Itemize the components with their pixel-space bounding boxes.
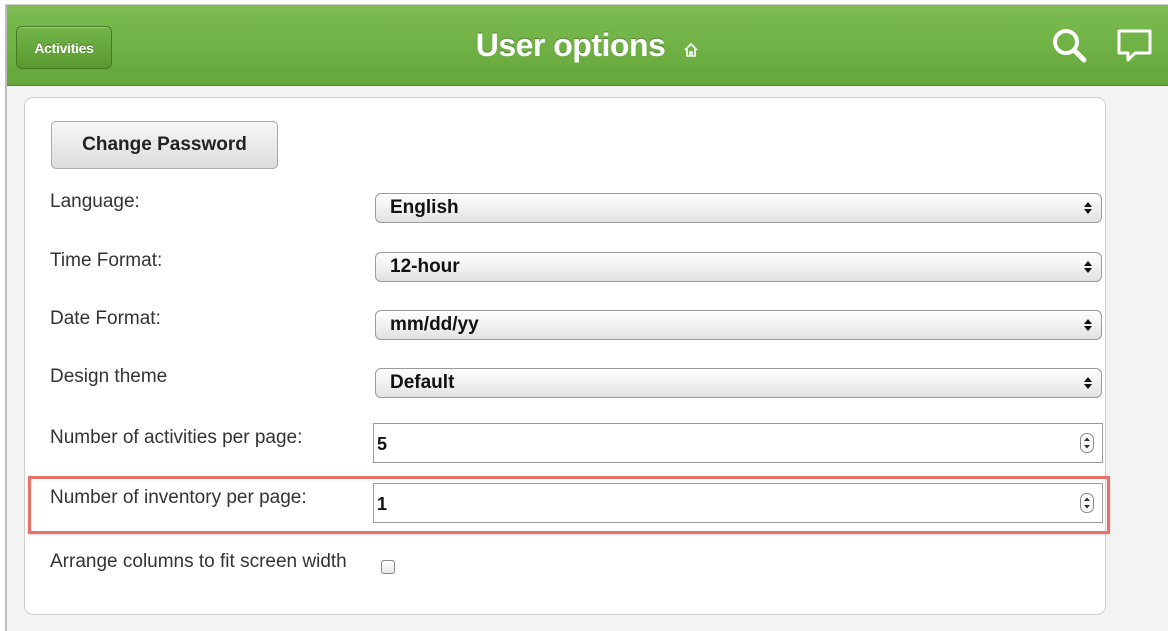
activities-per-page-label: Number of activities per page: bbox=[50, 427, 303, 448]
home-icon[interactable] bbox=[683, 29, 699, 66]
date-format-select[interactable]: mm/dd/yy bbox=[375, 310, 1102, 340]
design-theme-select[interactable]: Default bbox=[375, 368, 1102, 398]
options-panel: Change Password Language: English Time F… bbox=[24, 97, 1106, 615]
page-title-wrap: User options bbox=[7, 27, 1168, 66]
time-format-value: 12-hour bbox=[390, 256, 460, 277]
language-select[interactable]: English bbox=[375, 193, 1102, 223]
arrange-columns-checkbox[interactable] bbox=[381, 560, 395, 574]
select-arrows-icon bbox=[1084, 261, 1092, 273]
change-password-button[interactable]: Change Password bbox=[51, 121, 278, 169]
select-arrows-icon bbox=[1084, 319, 1092, 331]
spinner-icon[interactable] bbox=[1080, 433, 1094, 453]
date-format-value: mm/dd/yy bbox=[390, 314, 479, 335]
arrange-columns-label: Arrange columns to fit screen width bbox=[50, 551, 347, 572]
language-label: Language: bbox=[50, 191, 140, 212]
chat-icon[interactable] bbox=[1116, 27, 1154, 70]
app-frame: Activities User options Change Password … bbox=[5, 4, 1168, 631]
select-arrows-icon bbox=[1084, 377, 1092, 389]
date-format-label: Date Format: bbox=[50, 308, 161, 329]
search-icon[interactable] bbox=[1050, 27, 1090, 70]
highlight-box bbox=[28, 476, 1110, 534]
page-title: User options bbox=[475, 27, 666, 63]
activities-per-page-value: 5 bbox=[377, 434, 388, 454]
activities-per-page-input[interactable]: 5 bbox=[373, 423, 1103, 463]
design-theme-value: Default bbox=[390, 372, 455, 393]
top-bar: Activities User options bbox=[7, 5, 1168, 86]
time-format-label: Time Format: bbox=[50, 250, 163, 271]
select-arrows-icon bbox=[1084, 202, 1092, 214]
time-format-select[interactable]: 12-hour bbox=[375, 252, 1102, 282]
design-theme-label: Design theme bbox=[50, 366, 168, 387]
language-value: English bbox=[390, 197, 459, 218]
